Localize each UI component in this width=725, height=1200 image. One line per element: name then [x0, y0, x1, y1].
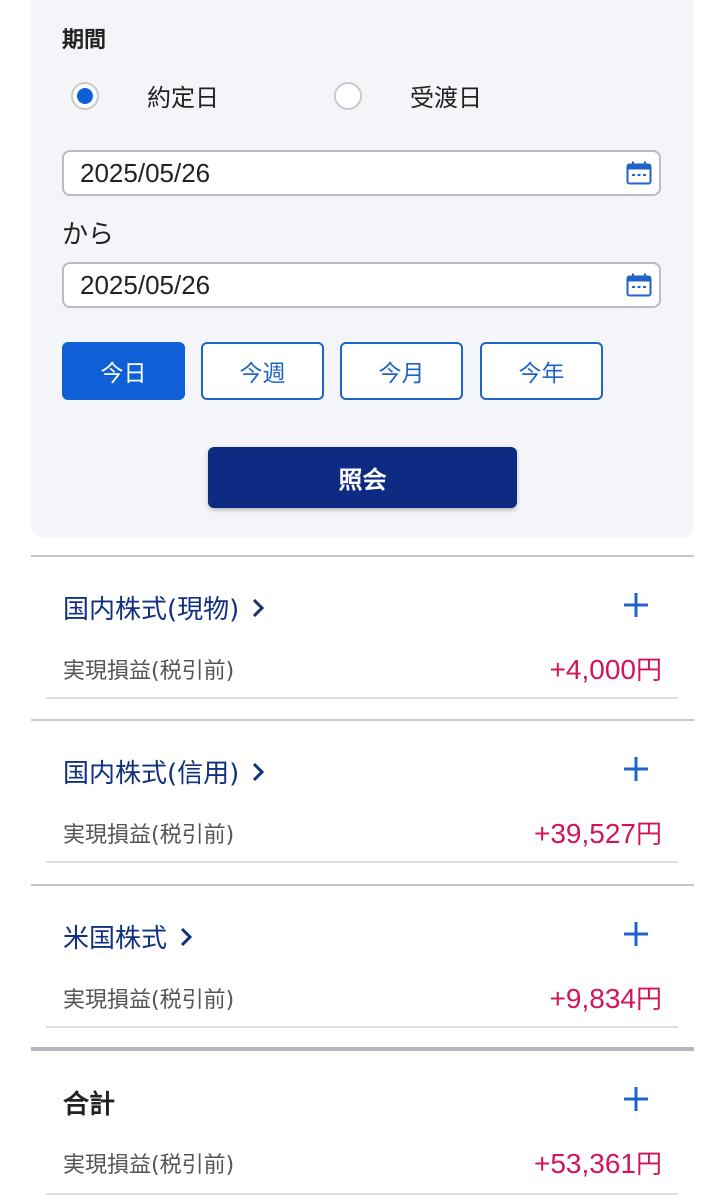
from-label: から: [62, 220, 115, 250]
date-from-value: 2025/05/26: [80, 157, 211, 188]
section-bottom-divider: [46, 1026, 678, 1028]
radio-settlement-date[interactable]: 受渡日: [334, 78, 482, 113]
radio-circle-unchecked: [334, 81, 362, 110]
plus-icon[interactable]: [622, 1085, 650, 1113]
date-to-value: 2025/05/26: [80, 269, 211, 300]
this-year-button[interactable]: 今年: [480, 342, 603, 400]
date-from-field[interactable]: 2025/05/26: [62, 150, 661, 196]
chevron-right-icon: [253, 598, 265, 617]
radio-trade-date[interactable]: 約定日: [71, 78, 219, 113]
section-title-link[interactable]: 国内株式(現物): [63, 589, 265, 626]
date-type-radio-group: 約定日 受渡日: [71, 78, 671, 114]
section-title-link[interactable]: 国内株式(信用): [63, 753, 265, 790]
calendar-icon[interactable]: [619, 265, 659, 305]
section-bottom-divider: [46, 1193, 678, 1195]
search-button[interactable]: 照会: [208, 447, 517, 508]
this-month-button[interactable]: 今月: [340, 342, 463, 400]
plus-icon[interactable]: [622, 591, 650, 619]
realized-pl-label: 実現損益(税引前): [63, 988, 235, 1013]
plus-icon[interactable]: [622, 920, 650, 948]
section-title: 国内株式(現物): [63, 595, 240, 625]
realized-pl-value: +53,361円: [533, 1148, 662, 1180]
section-divider: [31, 555, 694, 557]
section-title-link[interactable]: 米国株式: [63, 918, 193, 955]
section-domestic-cash: 国内株式(現物) 実現損益(税引前) +4,000円: [31, 555, 694, 720]
today-button[interactable]: 今日: [62, 342, 185, 400]
section-divider: [31, 719, 694, 721]
realized-pl-label: 実現損益(税引前): [63, 659, 235, 684]
realized-pl-value: +4,000円: [549, 654, 662, 686]
realized-pl-label: 実現損益(税引前): [63, 1153, 235, 1178]
date-to-field[interactable]: 2025/05/26: [62, 262, 661, 308]
realized-pl-label: 実現損益(税引前): [63, 823, 235, 848]
radio-label: 約定日: [147, 84, 219, 112]
chevron-right-icon: [253, 762, 265, 781]
realized-pl-value: +9,834円: [549, 983, 662, 1015]
calendar-icon[interactable]: [619, 153, 659, 193]
period-filter-panel: 期間 約定日 受渡日 2025/05/26 から 2025/05/26 今日 今…: [31, 0, 694, 538]
section-domestic-margin: 国内株式(信用) 実現損益(税引前) +39,527円: [31, 719, 694, 884]
section-us-stocks: 米国株式 実現損益(税引前) +9,834円: [31, 884, 694, 1049]
this-week-button[interactable]: 今週: [201, 342, 324, 400]
total-title: 合計: [63, 1090, 116, 1120]
realized-pl-value: +39,527円: [533, 818, 662, 850]
section-divider: [31, 1047, 694, 1051]
period-title: 期間: [62, 28, 107, 53]
radio-circle-checked: [71, 81, 99, 110]
section-divider: [31, 884, 694, 886]
section-title: 米国株式: [63, 924, 168, 954]
section-bottom-divider: [46, 697, 678, 699]
section-bottom-divider: [46, 861, 678, 863]
plus-icon[interactable]: [622, 755, 650, 783]
radio-label: 受渡日: [410, 84, 482, 112]
section-title: 国内株式(信用): [63, 759, 240, 789]
section-total: 合計 実現損益(税引前) +53,361円: [31, 1047, 694, 1200]
chevron-right-icon: [180, 927, 193, 946]
